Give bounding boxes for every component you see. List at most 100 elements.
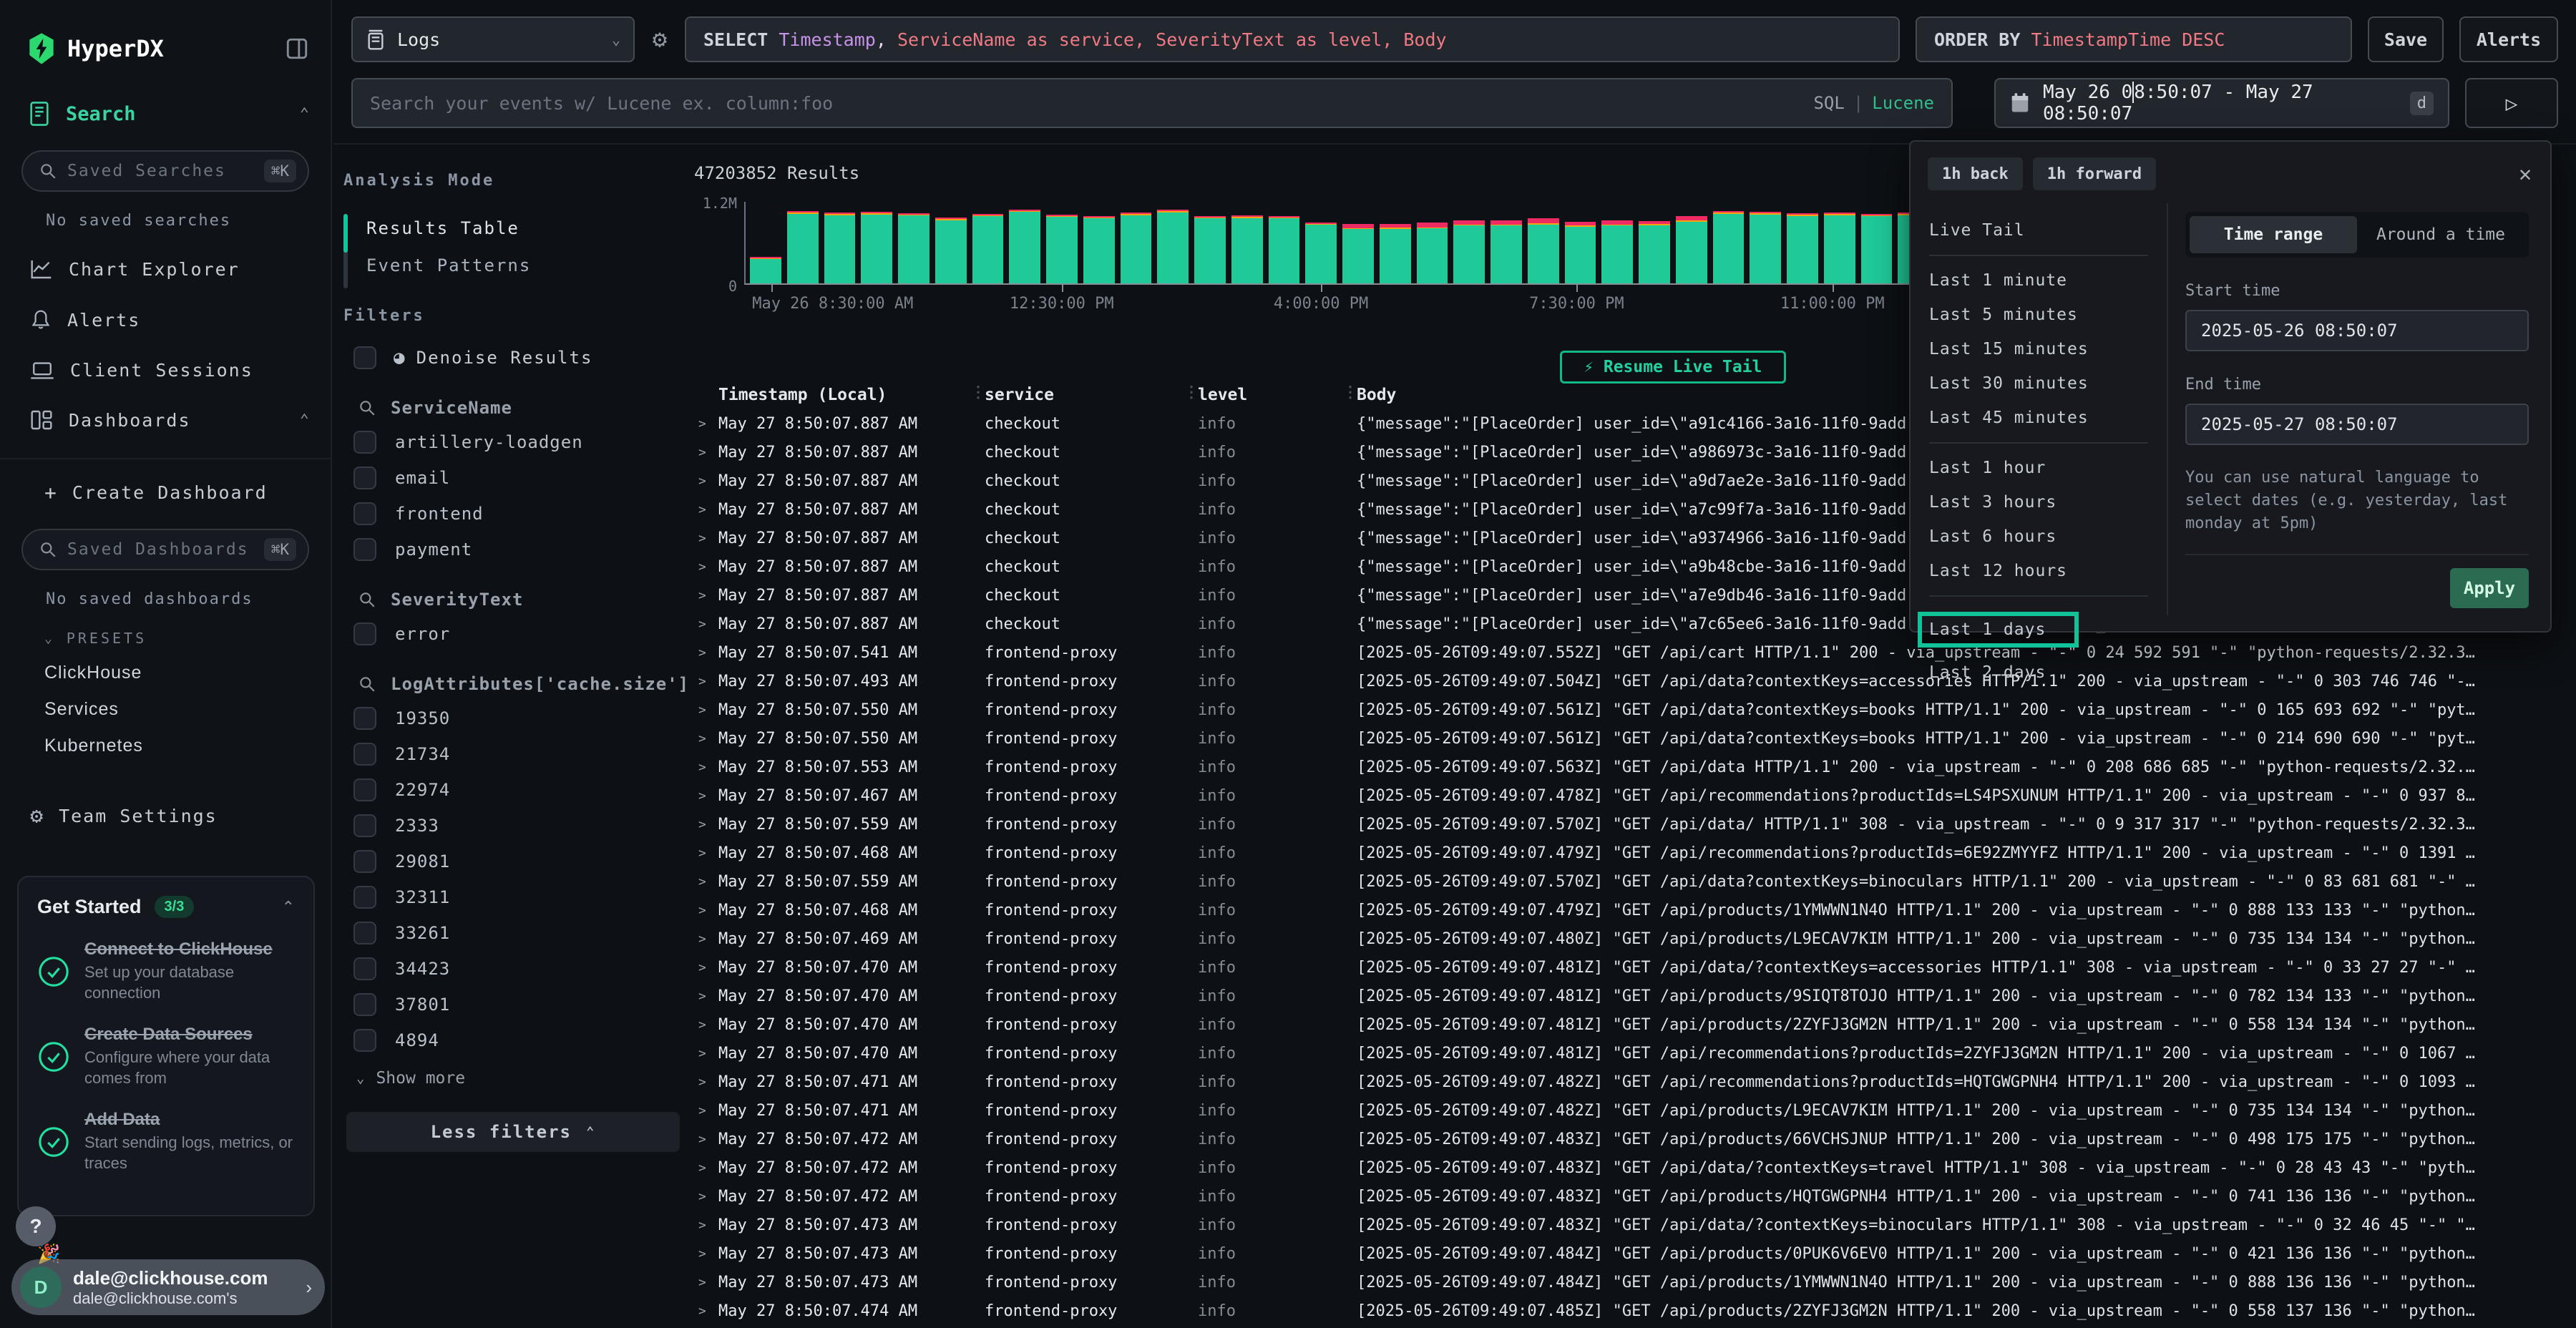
sidebar-item-alerts[interactable]: Alerts: [0, 280, 331, 331]
quick-range-last-2-days[interactable]: Last 2 days: [1929, 655, 2167, 690]
histogram-bar[interactable]: [1750, 212, 1781, 283]
table-row[interactable]: >May 27 8:50:07.470 AMfrontend-proxyinfo…: [693, 982, 2576, 1010]
checkbox[interactable]: [353, 850, 376, 873]
filter-option[interactable]: 4894: [343, 1029, 680, 1052]
row-expand-icon[interactable]: >: [693, 1218, 718, 1233]
row-expand-icon[interactable]: >: [693, 1046, 718, 1061]
apply-button[interactable]: Apply: [2450, 568, 2529, 608]
quick-range-last-6-hours[interactable]: Last 6 hours: [1929, 519, 2167, 554]
table-row[interactable]: >May 27 8:50:07.472 AMfrontend-proxyinfo…: [693, 1153, 2576, 1182]
histogram-bar[interactable]: [824, 213, 856, 283]
table-row[interactable]: >May 27 8:50:07.473 AMfrontend-proxyinfo…: [693, 1268, 2576, 1297]
resume-live-tail-button[interactable]: ⚡ Resume Live Tail: [1560, 351, 1786, 384]
quick-range-last-1-minute[interactable]: Last 1 minute: [1929, 263, 2167, 298]
checkbox[interactable]: [353, 467, 376, 489]
checkbox[interactable]: [353, 346, 376, 369]
histogram-bar[interactable]: [1528, 218, 1559, 283]
row-expand-icon[interactable]: >: [693, 1017, 718, 1032]
row-expand-icon[interactable]: >: [693, 760, 718, 775]
denoise-results-checkbox[interactable]: ◕ Denoise Results: [343, 346, 680, 369]
histogram-bar[interactable]: [1083, 216, 1115, 283]
histogram-bar[interactable]: [1269, 216, 1300, 283]
checkbox[interactable]: [353, 886, 376, 909]
alerts-button[interactable]: Alerts: [2459, 16, 2558, 62]
quick-range-last-45-minutes[interactable]: Last 45 minutes: [1929, 401, 2167, 435]
row-expand-icon[interactable]: >: [693, 588, 718, 603]
histogram-plot[interactable]: [744, 202, 1933, 285]
histogram-bar[interactable]: [1009, 210, 1040, 283]
row-expand-icon[interactable]: >: [693, 703, 718, 718]
less-filters-button[interactable]: Less filters ⌃: [346, 1112, 680, 1152]
date-range-input[interactable]: May 26 08:50:07 - May 27 08:50:07 d: [1994, 78, 2449, 128]
row-expand-icon[interactable]: >: [693, 416, 718, 431]
table-row[interactable]: >May 27 8:50:07.470 AMfrontend-proxyinfo…: [693, 1010, 2576, 1039]
histogram-bar[interactable]: [1342, 224, 1374, 283]
filter-option[interactable]: artillery-loadgen: [343, 431, 680, 454]
filter-option[interactable]: 33261: [343, 922, 680, 944]
query-language-toggle[interactable]: SQL|Lucene: [1813, 93, 1934, 113]
sidebar-preset-clickhouse[interactable]: ClickHouse: [0, 647, 331, 683]
histogram-bar[interactable]: [935, 218, 967, 283]
column-resize-handle[interactable]: ⋮: [1184, 384, 1199, 401]
sidebar-collapse-icon[interactable]: [285, 36, 309, 61]
one-hour-forward-button[interactable]: 1h forward: [2033, 157, 2156, 190]
table-row[interactable]: >May 27 8:50:07.553 AMfrontend-proxyinfo…: [693, 753, 2576, 781]
run-query-button[interactable]: ▷: [2465, 78, 2558, 128]
filter-option[interactable]: 34423: [343, 957, 680, 980]
table-row[interactable]: >May 27 8:50:07.474 AMfrontend-proxyinfo…: [693, 1297, 2576, 1325]
row-expand-icon[interactable]: >: [693, 1304, 718, 1319]
quick-range-last-12-hours[interactable]: Last 12 hours: [1929, 554, 2167, 588]
histogram-bar[interactable]: [1787, 213, 1818, 283]
get-started-item[interactable]: Connect to ClickHouseSet up your databas…: [37, 939, 295, 1003]
col-service[interactable]: service: [985, 386, 1198, 404]
row-expand-icon[interactable]: >: [693, 1275, 718, 1290]
checkbox[interactable]: [353, 538, 376, 561]
order-by-editor[interactable]: ORDER BY TimestampTime DESC: [1916, 16, 2352, 62]
get-started-item[interactable]: Create Data SourcesConfigure where your …: [37, 1025, 295, 1088]
filter-option[interactable]: 32311: [343, 886, 680, 909]
chevron-up-icon[interactable]: ⌃: [300, 105, 309, 123]
user-profile-chip[interactable]: D dale@clickhouse.com dale@clickhouse.co…: [11, 1259, 325, 1315]
quick-range-live-tail[interactable]: Live Tail: [1929, 213, 2167, 248]
sidebar-item-chart-explorer[interactable]: Chart Explorer: [0, 230, 331, 280]
filter-option[interactable]: payment: [343, 538, 680, 561]
row-expand-icon[interactable]: >: [693, 989, 718, 1004]
row-expand-icon[interactable]: >: [693, 1103, 718, 1118]
table-row[interactable]: >May 27 8:50:07.550 AMfrontend-proxyinfo…: [693, 695, 2576, 724]
checkbox[interactable]: [353, 1029, 376, 1052]
filter-option[interactable]: 2333: [343, 814, 680, 837]
row-expand-icon[interactable]: >: [693, 817, 718, 832]
histogram-bar[interactable]: [1824, 213, 1855, 283]
checkbox[interactable]: [353, 814, 376, 837]
row-expand-icon[interactable]: >: [693, 788, 718, 804]
table-row[interactable]: >May 27 8:50:07.550 AMfrontend-proxyinfo…: [693, 724, 2576, 753]
end-time-input[interactable]: 2025-05-27 08:50:07: [2185, 404, 2529, 445]
table-row[interactable]: >May 27 8:50:07.470 AMfrontend-proxyinfo…: [693, 1039, 2576, 1068]
mode-results-table[interactable]: Results Table: [366, 214, 531, 251]
results-histogram[interactable]: 1.2M 0 May 26 8:30:00 AM12:30:00 PM4:00:…: [744, 193, 1933, 333]
table-row[interactable]: >May 27 8:50:07.541 AMfrontend-proxyinfo…: [693, 638, 2576, 667]
quick-range-last-15-minutes[interactable]: Last 15 minutes: [1929, 332, 2167, 366]
checkbox[interactable]: [353, 707, 376, 730]
row-expand-icon[interactable]: >: [693, 617, 718, 632]
source-select[interactable]: Logs ⌄: [351, 16, 635, 62]
row-expand-icon[interactable]: >: [693, 1246, 718, 1261]
histogram-bar[interactable]: [1601, 220, 1633, 283]
row-expand-icon[interactable]: >: [693, 846, 718, 861]
histogram-bar[interactable]: [1565, 222, 1596, 283]
quick-range-last-30-minutes[interactable]: Last 30 minutes: [1929, 366, 2167, 401]
saved-searches-input[interactable]: Saved Searches ⌘K: [21, 150, 309, 192]
row-expand-icon[interactable]: >: [693, 1189, 718, 1204]
row-expand-icon[interactable]: >: [693, 960, 718, 975]
table-row[interactable]: >May 27 8:50:07.468 AMfrontend-proxyinfo…: [693, 839, 2576, 867]
histogram-bar[interactable]: [1231, 215, 1263, 283]
histogram-bar[interactable]: [787, 211, 819, 283]
start-time-input[interactable]: 2025-05-26 08:50:07: [2185, 310, 2529, 351]
search-input[interactable]: Search your events w/ Lucene ex. column:…: [351, 78, 1953, 128]
search-icon[interactable]: [358, 590, 376, 609]
sidebar-item-team-settings[interactable]: ⚙ Team Settings: [0, 756, 331, 829]
row-expand-icon[interactable]: >: [693, 474, 718, 489]
filter-option[interactable]: 21734: [343, 743, 680, 766]
histogram-bar[interactable]: [1676, 216, 1707, 283]
histogram-bar[interactable]: [1453, 220, 1485, 283]
